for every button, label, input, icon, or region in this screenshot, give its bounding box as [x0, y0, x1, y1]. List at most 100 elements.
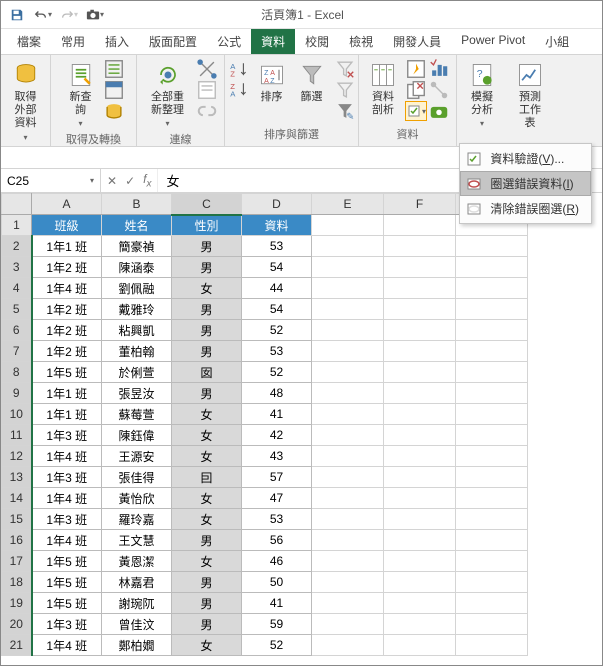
cell[interactable]: 女 — [172, 635, 242, 656]
filter-button[interactable]: 篩選 — [294, 59, 330, 106]
relationships-button[interactable] — [428, 80, 450, 100]
cell[interactable]: 54 — [242, 299, 312, 320]
cell[interactable]: 44 — [242, 278, 312, 299]
row-header[interactable]: 16 — [2, 530, 32, 551]
row-header[interactable]: 1 — [2, 215, 32, 236]
cell[interactable]: 42 — [242, 425, 312, 446]
cell[interactable]: 囙 — [172, 467, 242, 488]
cell[interactable]: 男 — [172, 257, 242, 278]
cell[interactable]: 1年4 班 — [32, 446, 102, 467]
cell[interactable] — [312, 635, 384, 656]
cell[interactable]: 1年2 班 — [32, 320, 102, 341]
cell[interactable]: 1年4 班 — [32, 488, 102, 509]
select-all-corner[interactable] — [2, 194, 32, 215]
connections-button[interactable] — [196, 59, 218, 79]
cell[interactable]: 羅玲嘉 — [102, 509, 172, 530]
row-header[interactable]: 14 — [2, 488, 32, 509]
cell[interactable] — [384, 488, 456, 509]
sort-desc-button[interactable]: ZA — [228, 79, 250, 99]
cell[interactable] — [456, 446, 528, 467]
cell[interactable] — [456, 614, 528, 635]
edit-links-button[interactable] — [196, 101, 218, 121]
enter-icon[interactable]: ✓ — [125, 174, 135, 188]
row-header[interactable]: 2 — [2, 236, 32, 257]
cell[interactable]: 48 — [242, 383, 312, 404]
reapply-button[interactable] — [334, 80, 356, 100]
circle-invalid-data-item[interactable]: 圈選錯誤資料(I) — [460, 171, 591, 196]
cell[interactable] — [384, 341, 456, 362]
text-to-columns-button[interactable]: 資料剖析 — [365, 59, 401, 119]
tab-team[interactable]: 小組 — [535, 29, 579, 54]
cell[interactable] — [456, 320, 528, 341]
cell[interactable]: 1年3 班 — [32, 614, 102, 635]
cell[interactable] — [384, 614, 456, 635]
cell[interactable] — [312, 257, 384, 278]
cell[interactable]: 於俐萱 — [102, 362, 172, 383]
cell[interactable]: 粘興凱 — [102, 320, 172, 341]
cell[interactable] — [312, 299, 384, 320]
cell[interactable] — [384, 215, 456, 236]
cell[interactable] — [456, 467, 528, 488]
cell[interactable]: 董柏翰 — [102, 341, 172, 362]
cell[interactable] — [456, 383, 528, 404]
cell[interactable]: 囡 — [172, 362, 242, 383]
cell[interactable] — [384, 572, 456, 593]
consolidate-button[interactable] — [428, 59, 450, 79]
remove-duplicates-button[interactable] — [405, 80, 427, 100]
what-if-button[interactable]: ? 模擬分析▾ — [463, 59, 501, 131]
flash-fill-button[interactable] — [405, 59, 427, 79]
tab-insert[interactable]: 插入 — [95, 29, 139, 54]
row-header[interactable]: 4 — [2, 278, 32, 299]
cell[interactable] — [456, 341, 528, 362]
cell[interactable] — [312, 614, 384, 635]
cell[interactable] — [456, 362, 528, 383]
tab-layout[interactable]: 版面配置 — [139, 29, 207, 54]
column-header[interactable]: C — [172, 194, 242, 215]
properties-button[interactable] — [196, 80, 218, 100]
row-header[interactable]: 12 — [2, 446, 32, 467]
camera-button[interactable]: ▾ — [83, 4, 107, 26]
cell[interactable] — [312, 467, 384, 488]
cell[interactable] — [384, 635, 456, 656]
forecast-sheet-button[interactable]: 預測 工作表 — [512, 59, 548, 133]
refresh-all-button[interactable]: 全部重新整理▾ — [143, 59, 192, 131]
cell[interactable]: 57 — [242, 467, 312, 488]
cell[interactable] — [312, 383, 384, 404]
column-header[interactable]: A — [32, 194, 102, 215]
row-header[interactable]: 3 — [2, 257, 32, 278]
cell[interactable]: 1年1 班 — [32, 404, 102, 425]
advanced-button[interactable]: ✎ — [334, 101, 356, 121]
cell[interactable] — [456, 299, 528, 320]
cell[interactable]: 52 — [242, 362, 312, 383]
cell[interactable] — [384, 446, 456, 467]
cell[interactable]: 鄭柏嫺 — [102, 635, 172, 656]
cell[interactable]: 陳涵泰 — [102, 257, 172, 278]
row-header[interactable]: 17 — [2, 551, 32, 572]
cell[interactable]: 1年2 班 — [32, 341, 102, 362]
cell[interactable]: 43 — [242, 446, 312, 467]
cell[interactable]: 女 — [172, 404, 242, 425]
cell[interactable] — [456, 530, 528, 551]
cell[interactable] — [312, 404, 384, 425]
column-header[interactable]: E — [312, 194, 384, 215]
cell[interactable]: 女 — [172, 446, 242, 467]
cell[interactable] — [384, 278, 456, 299]
cell[interactable]: 黃恩潔 — [102, 551, 172, 572]
cell[interactable]: 女 — [172, 425, 242, 446]
cell[interactable]: 47 — [242, 488, 312, 509]
cell[interactable]: 1年2 班 — [32, 299, 102, 320]
recent-sources-button[interactable] — [103, 101, 125, 121]
cell[interactable]: 1年5 班 — [32, 572, 102, 593]
cell[interactable] — [312, 362, 384, 383]
row-header[interactable]: 11 — [2, 425, 32, 446]
cell[interactable]: 1年3 班 — [32, 509, 102, 530]
cell[interactable]: 46 — [242, 551, 312, 572]
column-header[interactable]: D — [242, 194, 312, 215]
cell[interactable] — [456, 635, 528, 656]
cell[interactable] — [312, 236, 384, 257]
manage-data-model-button[interactable] — [428, 101, 450, 121]
cell[interactable]: 林嘉君 — [102, 572, 172, 593]
cell[interactable]: 1年4 班 — [32, 278, 102, 299]
column-header[interactable]: B — [102, 194, 172, 215]
cell[interactable] — [384, 425, 456, 446]
